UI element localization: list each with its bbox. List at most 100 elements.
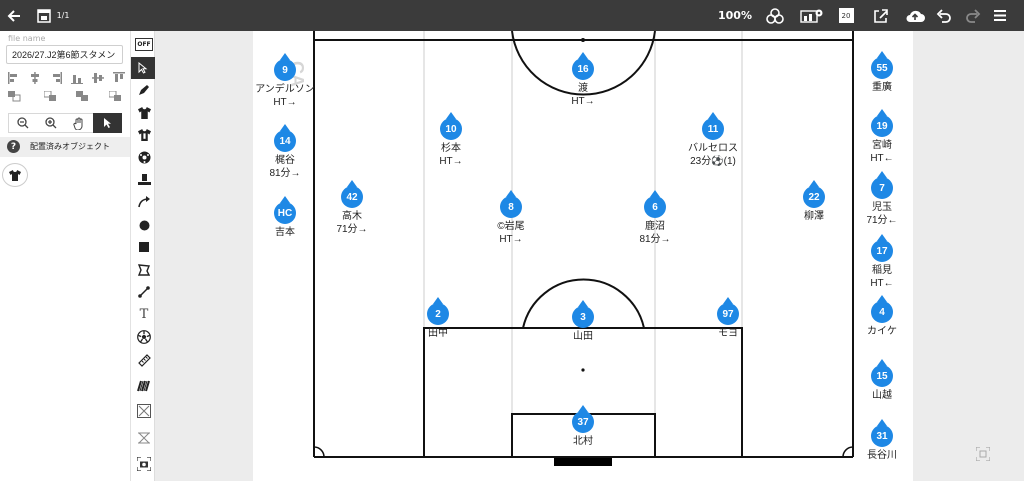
layer-back-icon[interactable] (8, 91, 21, 102)
player-name: 山越 (872, 390, 892, 401)
player-note: 23分⚽(1) (690, 156, 736, 167)
player-note: HT→ (439, 156, 463, 167)
player-marker[interactable]: 9 アンデルソン HT→ (240, 53, 330, 109)
player-marker[interactable]: 3 山田 (538, 300, 628, 343)
player-name: 稲見 (872, 265, 892, 276)
align-middle-icon[interactable] (92, 72, 104, 84)
crowd-tool[interactable] (133, 376, 155, 396)
select-mode-button[interactable] (93, 113, 122, 133)
select-tool[interactable] (131, 57, 155, 79)
placed-objects-label: 配置済みオブジェクト (30, 142, 110, 151)
formation-settings-button[interactable] (799, 0, 825, 31)
layer-forward-icon[interactable] (76, 91, 89, 102)
player-marker[interactable]: 14 梶谷 81分→ (240, 124, 330, 180)
zoom-level[interactable]: 100% (718, 0, 752, 31)
shirt-outline-icon (137, 129, 151, 141)
player-marker[interactable]: 2 田中 (393, 297, 483, 340)
player-marker[interactable]: 16 渡 HT→ (538, 52, 628, 108)
redo-icon (966, 8, 981, 23)
placed-object-item[interactable] (2, 163, 28, 187)
line-tool[interactable] (133, 282, 155, 302)
align-right-icon[interactable] (50, 72, 62, 84)
player-note: 81分→ (639, 234, 671, 245)
ruler-tool[interactable] (133, 350, 155, 370)
square-icon (139, 242, 149, 252)
player-marker[interactable]: 31 長谷川 (837, 419, 927, 462)
zoom-out-button[interactable] (9, 114, 37, 132)
size-badge: 20 (838, 8, 854, 23)
screenshot-tool[interactable] (133, 454, 155, 474)
player-marker[interactable]: 15 山越 (837, 359, 927, 402)
player-marker[interactable]: 4 カイケ (837, 295, 927, 338)
share-button[interactable] (764, 0, 786, 31)
shirt-icon (137, 107, 151, 119)
shirt-alt-tool[interactable] (133, 125, 155, 145)
back-button[interactable] (4, 0, 24, 31)
size-button[interactable]: 20 (837, 0, 855, 31)
player-marker[interactable]: 6 鹿沼 81分→ (610, 190, 700, 246)
help-icon: ? (7, 140, 20, 153)
player-marker[interactable]: 11 バルセロス 23分⚽(1) (668, 112, 758, 168)
player-marker[interactable]: 42 高木 71分→ (307, 180, 397, 236)
placed-objects-header[interactable]: ? 配置済みオブジェクト (0, 137, 130, 157)
player-badge: 31 (871, 419, 893, 447)
menu-button[interactable] (992, 0, 1008, 31)
player-note: HT→ (499, 234, 523, 245)
align-bottom-icon[interactable] (113, 72, 125, 84)
polygon-tool[interactable] (133, 260, 155, 280)
cone-tool[interactable] (133, 170, 155, 190)
player-badge: 14 (274, 124, 296, 152)
circle-tool[interactable] (133, 215, 155, 235)
player-marker[interactable]: 97 モヨ (683, 297, 773, 340)
layer-backward-icon[interactable] (44, 91, 57, 102)
pattern-tool[interactable] (133, 401, 155, 421)
zoom-in-button[interactable] (37, 114, 65, 132)
player-badge: 22 (803, 180, 825, 208)
align-center-h-icon[interactable] (29, 72, 41, 84)
player-name: 長谷川 (867, 450, 897, 461)
player-number: 17 (871, 240, 893, 262)
curve-arrow-tool[interactable] (133, 192, 155, 212)
rectangle-tool[interactable] (133, 237, 155, 257)
player-number: HC (274, 202, 296, 224)
fit-screen-icon (975, 446, 991, 462)
player-name: 宮崎 (872, 140, 892, 151)
fit-screen-button[interactable] (975, 446, 991, 462)
player-name: モヨ (718, 328, 738, 339)
field-tool[interactable] (133, 428, 155, 448)
file-name-input[interactable] (6, 45, 123, 64)
undo-button[interactable] (934, 0, 954, 31)
zoom-out-icon (17, 117, 29, 129)
snap-toggle-button[interactable]: OFF (133, 34, 155, 54)
player-number: 7 (871, 177, 893, 199)
calendar-button[interactable] (36, 0, 52, 31)
export-button[interactable] (871, 0, 891, 31)
player-marker[interactable]: 10 杉本 HT→ (406, 112, 496, 168)
pen-tool[interactable] (133, 80, 155, 100)
player-name: 山田 (573, 331, 593, 342)
player-number: 31 (871, 425, 893, 447)
redo-button[interactable] (963, 0, 983, 31)
player-number: 16 (572, 58, 594, 80)
player-name: 梶谷 (275, 155, 295, 166)
player-marker[interactable]: 19 宮崎 HT← (837, 109, 927, 165)
player-marker[interactable]: 7 児玉 71分← (837, 171, 927, 227)
hand-icon (73, 117, 83, 130)
center-spot (581, 38, 585, 42)
align-left-icon[interactable] (8, 72, 20, 84)
ball-pattern-tool[interactable] (133, 327, 155, 347)
text-tool[interactable]: T (133, 304, 155, 324)
player-marker[interactable]: 37 北村 (538, 405, 628, 448)
pan-button[interactable] (65, 114, 93, 132)
player-name: 田中 (428, 328, 448, 339)
layer-front-icon[interactable] (109, 91, 122, 102)
player-marker[interactable]: 17 稲見 HT← (837, 234, 927, 290)
shirt-tool[interactable] (133, 103, 155, 123)
cloud-upload-button[interactable] (904, 0, 926, 31)
ball-tool[interactable] (133, 147, 155, 167)
player-marker[interactable]: 8 ©岩尾 HT→ (466, 190, 556, 246)
player-marker[interactable]: 55 重廣 (837, 51, 927, 94)
zoom-in-icon (45, 117, 57, 129)
align-top-icon[interactable] (71, 72, 83, 84)
player-name: ©岩尾 (497, 221, 525, 232)
